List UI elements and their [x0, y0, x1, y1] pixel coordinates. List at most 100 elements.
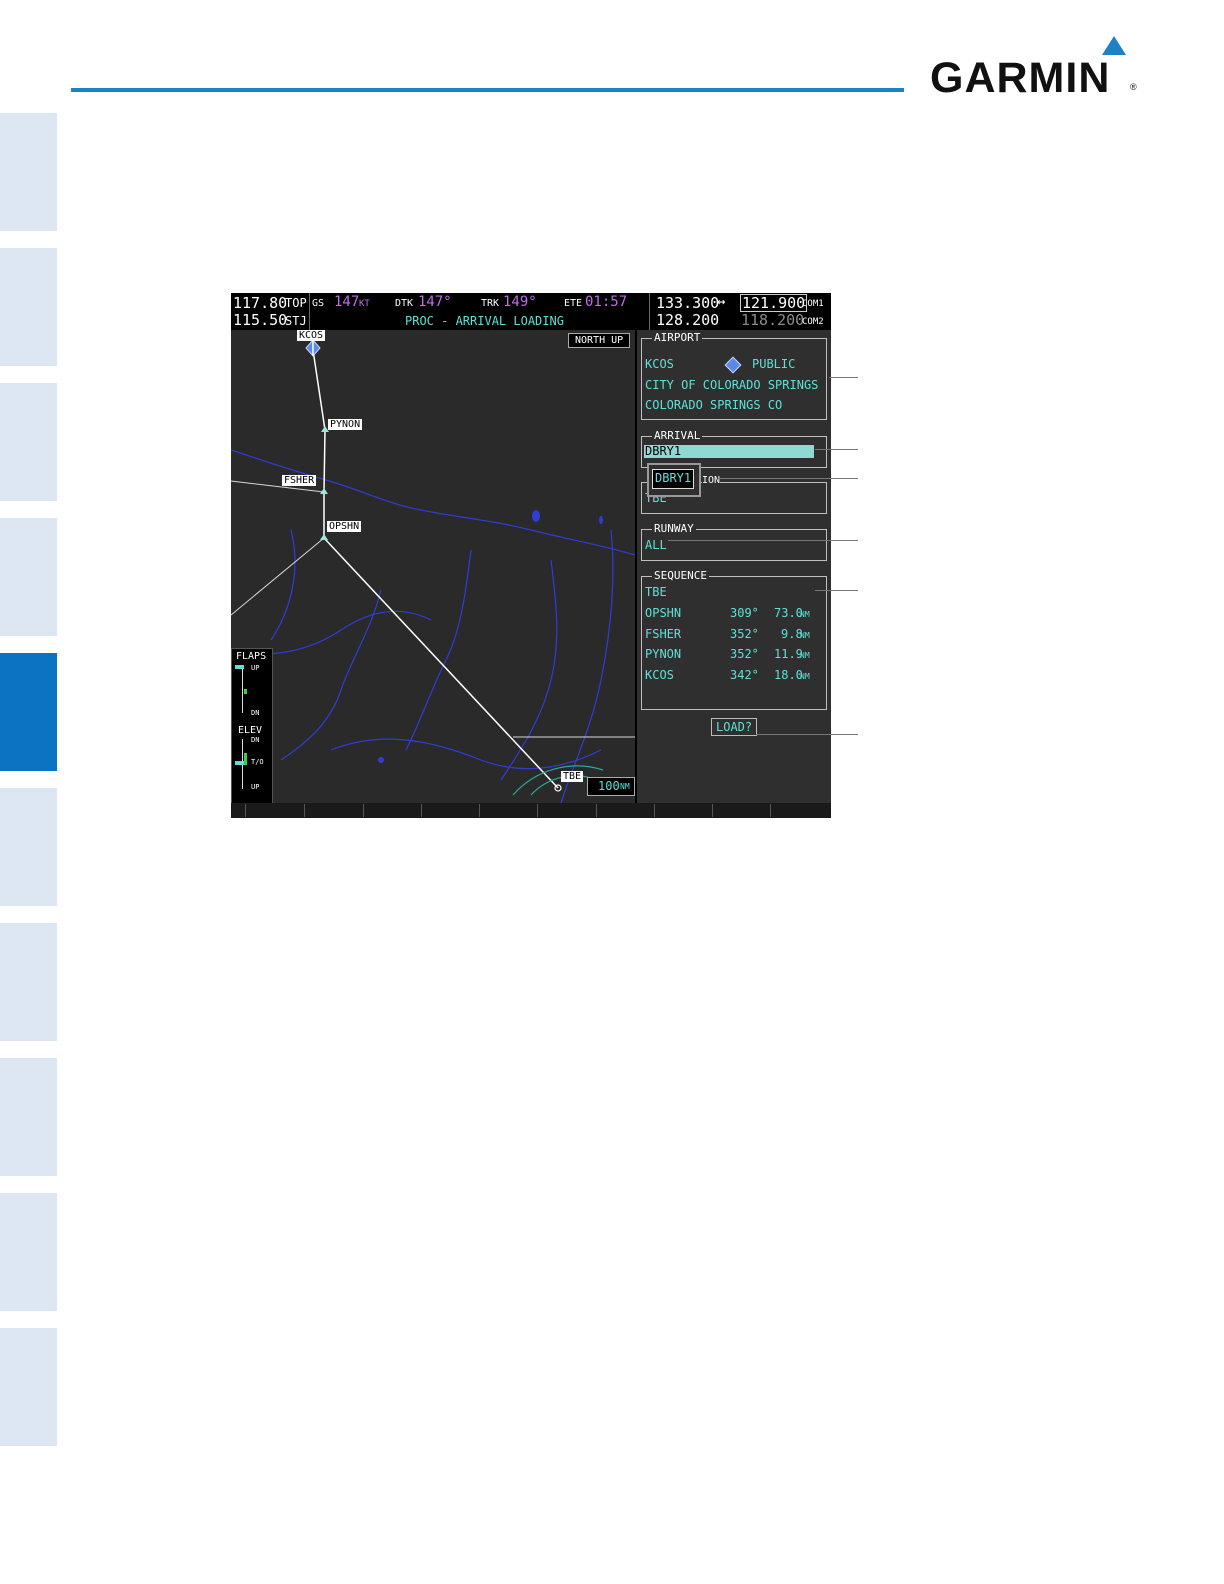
airport-name: CITY OF COLORADO SPRINGS — [645, 378, 819, 392]
softkey[interactable] — [712, 804, 770, 817]
callout-line-airport — [829, 377, 858, 378]
elev-pointer-icon — [235, 761, 244, 765]
waypoint-label-tbe[interactable]: TBE — [561, 771, 584, 782]
sequence-wpt: OPSHN — [645, 606, 682, 620]
softkey[interactable] — [479, 804, 537, 817]
sequence-crs: 342° — [730, 668, 759, 682]
softkey[interactable] — [770, 804, 828, 817]
nav-active-freq[interactable]: 117.80 — [233, 294, 287, 312]
registered-mark: ® — [1130, 82, 1137, 92]
softkey[interactable] — [654, 804, 712, 817]
river-line — [560, 529, 614, 803]
flaps-tick — [244, 689, 247, 694]
softkey[interactable] — [596, 804, 654, 817]
procedure-panel: AIRPORT KCOS PUBLIC CITY OF COLORADO SPR… — [637, 330, 831, 803]
side-tab[interactable] — [0, 383, 57, 501]
sequence-wpt: FSHER — [645, 627, 682, 641]
arrival-popup-item[interactable]: DBRY1 — [652, 469, 694, 489]
nav-standby-freq[interactable]: 115.50 — [233, 311, 287, 329]
softkey[interactable] — [537, 804, 595, 817]
garmin-triangle-icon — [1102, 36, 1126, 55]
navigation-map[interactable]: KCOS PYNON FSHER OPSHN TBE NORTH UP 100 … — [231, 330, 635, 803]
airport-id[interactable]: KCOS — [645, 357, 674, 371]
callout-line-sequence — [815, 590, 858, 591]
header-rule — [71, 88, 904, 92]
sequence-crs: 352° — [730, 647, 759, 661]
lake — [532, 510, 540, 522]
river-line — [280, 589, 382, 761]
com1-active-freq[interactable]: 121.900 — [740, 294, 808, 312]
map-orientation[interactable]: NORTH UP — [568, 333, 631, 348]
side-tab[interactable] — [0, 518, 57, 636]
arrival-popup[interactable]: DBRY1 — [647, 463, 701, 497]
side-tab[interactable] — [0, 788, 57, 906]
arrival-selection-field[interactable]: DBRY1 — [644, 444, 814, 458]
sequence-box-title: SEQUENCE — [652, 569, 709, 582]
airport-icon — [305, 339, 321, 357]
softkey[interactable] — [421, 804, 479, 817]
sequence-crs: 352° — [730, 627, 759, 641]
runway-box-title: RUNWAY — [652, 522, 696, 535]
elev-green-band — [244, 753, 247, 765]
river-line — [231, 449, 635, 556]
side-tab[interactable] — [0, 113, 57, 231]
callout-line-transition — [718, 478, 858, 479]
arrival-route-line — [312, 349, 559, 789]
rivers — [231, 449, 635, 803]
waypoint-label-fsher[interactable]: FSHER — [282, 475, 317, 486]
com1-standby-freq[interactable]: 133.300 — [656, 294, 719, 312]
side-tab-active[interactable] — [0, 653, 57, 771]
callout-line-load — [756, 734, 858, 735]
airport-type: PUBLIC — [752, 357, 796, 371]
dtk-value: 147° — [418, 294, 452, 310]
runway-value[interactable]: ALL — [645, 538, 667, 552]
callout-line-runway — [668, 540, 858, 541]
side-tab[interactable] — [0, 923, 57, 1041]
lake — [378, 757, 384, 763]
swap-arrow-icon[interactable]: ↔ — [717, 294, 725, 310]
side-tab[interactable] — [0, 1058, 57, 1176]
elev-to-label: T/O — [251, 758, 264, 766]
elev-title: ELEV — [238, 725, 263, 736]
sequence-start: TBE — [645, 585, 667, 599]
map-range-value: 100 — [598, 779, 620, 793]
flaps-elev-panel: FLAPS UP DN ELEV DN T/O UP — [231, 648, 273, 803]
side-tab[interactable] — [0, 1328, 57, 1446]
sequence-unit: NM — [800, 610, 810, 619]
softkey[interactable] — [245, 804, 303, 817]
load-button[interactable]: LOAD? — [711, 718, 758, 736]
river-line — [270, 529, 296, 641]
airport-box: AIRPORT KCOS PUBLIC CITY OF COLORADO SPR… — [641, 331, 827, 420]
flaps-title: FLAPS — [236, 651, 267, 662]
com2-active-freq[interactable]: 118.200 — [741, 311, 804, 329]
sequence-dist: 73.0 — [774, 606, 803, 620]
arrival-box-title: ARRIVAL — [652, 429, 703, 442]
com2-label: COM2 — [802, 317, 824, 327]
waypoint-icon — [320, 488, 328, 494]
flaps-dn-label: DN — [251, 709, 260, 717]
map-graphics — [231, 339, 635, 803]
sequence-wpt: KCOS — [645, 668, 674, 682]
sequence-crs: 309° — [730, 606, 759, 620]
nav-divider — [309, 293, 310, 330]
arrival-route — [312, 349, 559, 789]
waypoint-label-kcos[interactable]: KCOS — [297, 330, 326, 341]
trk-value: 149° — [503, 294, 537, 310]
waypoint-label-pynon[interactable]: PYNON — [328, 419, 363, 430]
side-tab[interactable] — [0, 1193, 57, 1311]
range-box[interactable]: 100 NM — [587, 777, 635, 796]
softkey[interactable] — [304, 804, 362, 817]
flaps-pointer-icon — [235, 665, 244, 669]
com1-label: COM1 — [802, 299, 824, 309]
com2-standby-freq[interactable]: 128.200 — [656, 311, 719, 329]
sequence-dist: 18.0 — [774, 668, 803, 682]
com-divider — [649, 293, 650, 330]
lake — [599, 516, 603, 524]
airport-box-title: AIRPORT — [652, 331, 703, 344]
waypoint-label-opshn[interactable]: OPSHN — [327, 521, 362, 532]
runway-box: RUNWAY ALL — [641, 522, 827, 561]
softkey-bar — [231, 803, 831, 818]
side-tab[interactable] — [0, 248, 57, 366]
gs-value: 147 — [334, 294, 360, 310]
softkey[interactable] — [363, 804, 421, 817]
